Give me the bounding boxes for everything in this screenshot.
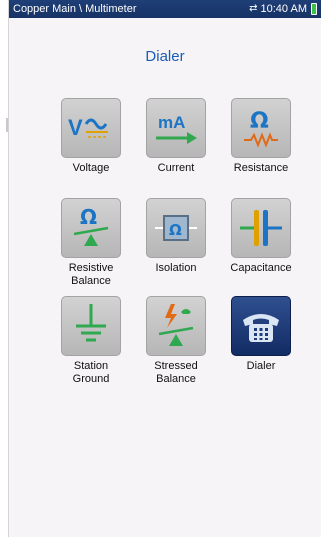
stressed-balance-tile-icon[interactable] [146, 296, 206, 356]
dialer-tile-icon[interactable] [231, 296, 291, 356]
resistive-balance-tile-icon[interactable]: Ω [61, 198, 121, 258]
tile-label: Resistive Balance [68, 262, 114, 287]
tile-voltage[interactable]: V Voltage [55, 98, 127, 175]
capacitance-tile-icon[interactable] [231, 198, 291, 258]
status-indicators: ⇄ 10:40 AM [249, 0, 317, 18]
main-content: Dialer V Voltage mA Current Ω Resistance… [9, 18, 321, 537]
tile-capacitance[interactable]: Capacitance [225, 198, 297, 275]
tile-isolation[interactable]: Ω Isolation [140, 198, 212, 275]
stressed-balance-icon [158, 304, 194, 346]
status-bar: Copper Main \ Multimeter ⇄ 10:40 AM [9, 0, 321, 18]
current-icon: mA [156, 113, 197, 144]
resistive-balance-icon: Ω [73, 205, 109, 246]
resistance-icon: Ω [244, 109, 278, 148]
svg-text:V: V [68, 115, 83, 140]
svg-text:Ω: Ω [80, 205, 97, 229]
tile-resistance[interactable]: Ω Resistance [225, 98, 297, 175]
tile-label: Dialer [246, 360, 276, 372]
telephone-icon [243, 314, 279, 342]
resistance-tile-icon[interactable]: Ω [231, 98, 291, 158]
left-edge [0, 0, 9, 537]
ground-icon [76, 304, 106, 342]
isolation-tile-icon[interactable]: Ω [146, 198, 206, 258]
tile-label: Isolation [155, 262, 197, 274]
breadcrumb: Copper Main \ Multimeter [13, 3, 137, 15]
tile-station-ground[interactable]: Station Ground [55, 296, 127, 386]
capacitance-icon [240, 210, 282, 246]
svg-text:Ω: Ω [250, 109, 269, 134]
tile-label: Stressed Balance [154, 360, 198, 385]
tile-current[interactable]: mA Current [140, 98, 212, 175]
tile-label: Current [157, 162, 195, 174]
current-tile-icon[interactable]: mA [146, 98, 206, 158]
tile-label: Resistance [233, 162, 289, 174]
voltage-icon: V [68, 115, 108, 140]
voltage-tile-icon[interactable]: V [61, 98, 121, 158]
tile-label: Station Ground [72, 360, 110, 385]
tile-label: Voltage [72, 162, 110, 174]
page-title: Dialer [145, 48, 185, 65]
svg-text:mA: mA [158, 113, 185, 132]
tile-resistive-balance[interactable]: Ω Resistive Balance [55, 198, 127, 288]
tile-stressed-balance[interactable]: Stressed Balance [140, 296, 212, 386]
tile-label: Capacitance [230, 262, 292, 274]
tile-dialer[interactable]: Dialer [225, 296, 297, 373]
battery-icon [311, 3, 317, 15]
sync-arrows-icon: ⇄ [249, 3, 258, 14]
svg-text:Ω: Ω [169, 221, 182, 239]
status-time: 10:40 AM [260, 3, 307, 15]
station-ground-tile-icon[interactable] [61, 296, 121, 356]
isolation-icon: Ω [155, 215, 197, 241]
